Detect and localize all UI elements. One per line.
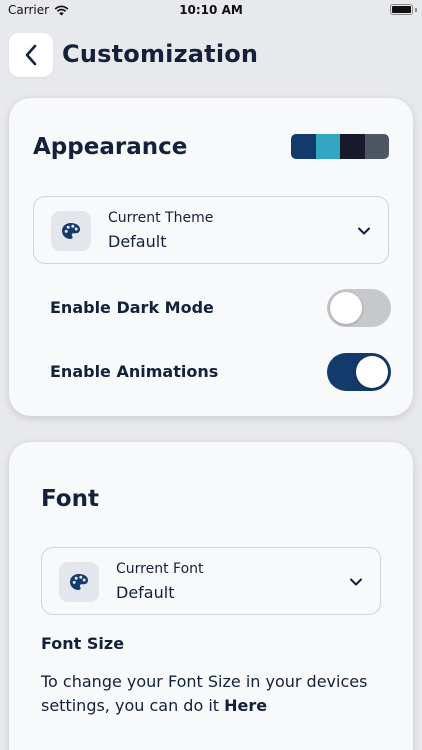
color-palette[interactable] [291, 134, 389, 159]
page-title: Customization [62, 40, 259, 68]
font-size-heading: Font Size [41, 634, 125, 653]
animations-label: Enable Animations [50, 362, 219, 381]
palette-swatch-4 [364, 134, 389, 159]
dark-mode-label: Enable Dark Mode [50, 298, 214, 317]
palette-icon [70, 574, 88, 590]
palette-swatch-1 [291, 134, 316, 159]
animations-toggle[interactable] [327, 353, 391, 391]
theme-dropdown-value: Default [108, 232, 167, 251]
battery-icon [390, 4, 413, 15]
font-size-description: To change your Font Size in your devices… [41, 670, 386, 718]
palette-swatch-3 [340, 134, 365, 159]
chevron-left-icon [25, 44, 37, 66]
toggle-knob [356, 356, 388, 388]
back-button[interactable] [9, 33, 53, 77]
font-size-here-link[interactable]: Here [224, 696, 267, 715]
toggle-knob [330, 292, 362, 324]
appearance-title: Appearance [33, 134, 188, 160]
font-size-desc-text: To change your Font Size in your devices… [41, 672, 368, 715]
customization-screen: Carrier 10:10 AM Customization Appearanc… [0, 0, 422, 750]
font-dropdown-label: Current Font [116, 561, 204, 577]
font-card: Font Current Font Default Font Size To c… [9, 442, 413, 750]
theme-dropdown[interactable]: Current Theme Default [33, 196, 389, 264]
status-time: 10:10 AM [179, 3, 243, 17]
appearance-card: Appearance Current Theme Default Enable … [9, 98, 413, 416]
font-icon-box [59, 562, 99, 602]
palette-swatch-2 [315, 134, 340, 159]
chevron-down-icon [356, 223, 372, 239]
battery-cap [415, 8, 417, 12]
chevron-down-icon [348, 574, 364, 590]
palette-icon [62, 223, 80, 239]
theme-icon-box [51, 211, 91, 251]
status-bar: Carrier 10:10 AM [0, 0, 422, 22]
font-dropdown-value: Default [116, 583, 175, 602]
font-title: Font [41, 486, 99, 512]
dark-mode-toggle[interactable] [327, 289, 391, 327]
font-dropdown[interactable]: Current Font Default [41, 547, 381, 615]
theme-dropdown-label: Current Theme [108, 210, 214, 226]
